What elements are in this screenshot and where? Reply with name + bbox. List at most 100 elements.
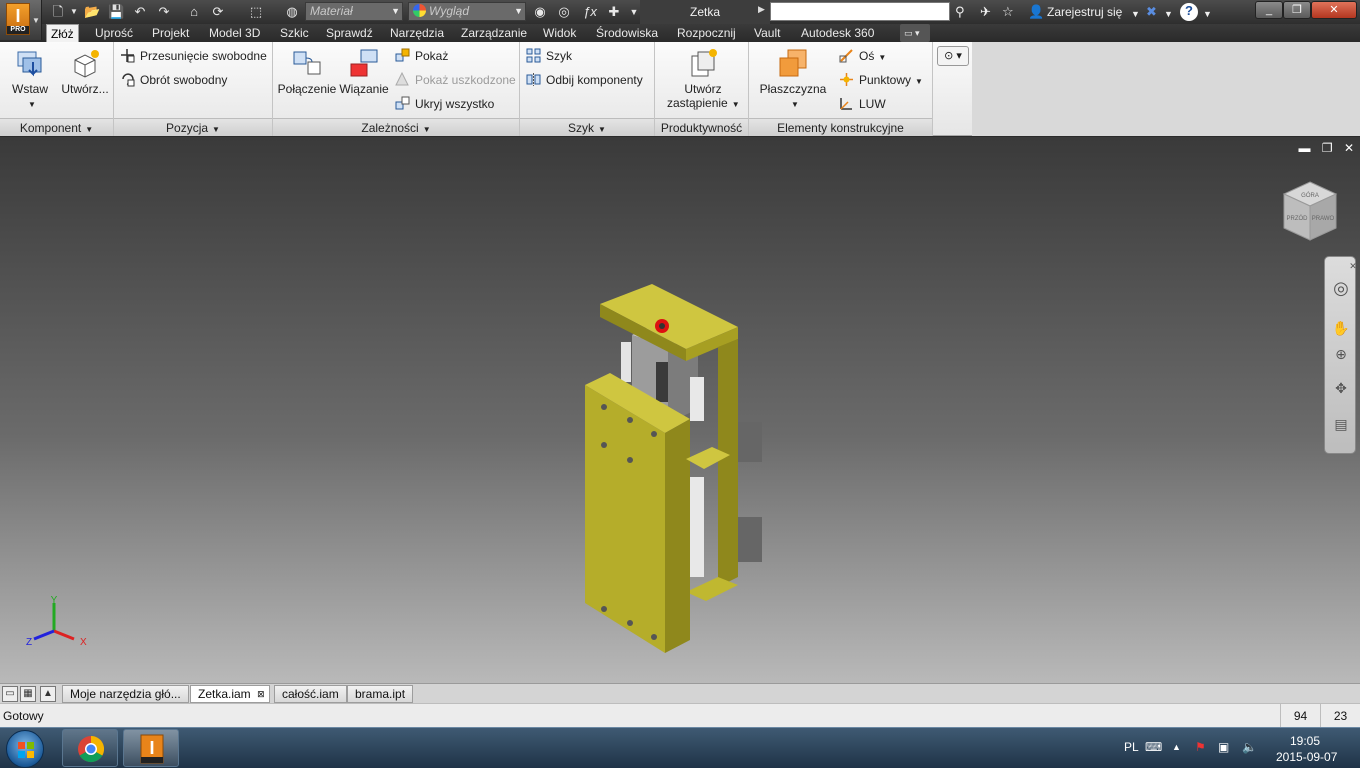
start-button[interactable] xyxy=(6,730,44,768)
tab-environments[interactable]: Środowiska xyxy=(592,24,662,42)
panel-title-relationships[interactable]: Zależności ▼ xyxy=(273,118,519,136)
network-icon[interactable]: ▣ xyxy=(1218,740,1229,754)
favorites-star-icon[interactable]: ☆ xyxy=(1002,4,1014,20)
tab-get-started[interactable]: Rozpocznij xyxy=(673,24,740,42)
axis-button[interactable]: Oś ▼ xyxy=(839,47,886,65)
panel-title-pattern[interactable]: Szyk ▼ xyxy=(520,118,654,136)
hide-all-button[interactable]: Ukryj wszystko xyxy=(395,95,494,113)
plane-button[interactable]: Płaszczyzna ▼ xyxy=(757,48,829,110)
look-at-icon[interactable]: ▤ xyxy=(1332,415,1350,433)
viewcube-top-label[interactable]: GÓRA xyxy=(1301,192,1319,199)
open-documents-menu-icon[interactable]: ▲ xyxy=(40,686,56,702)
doc-tab-brama[interactable]: brama.ipt xyxy=(347,685,414,703)
clear-appearance-icon[interactable]: ◎ xyxy=(556,4,572,20)
free-rotate-button[interactable]: Obrót swobodny xyxy=(120,71,227,89)
ribbon-minimize-toggle[interactable]: ▭ ▾ xyxy=(900,24,930,42)
tab-view[interactable]: Widok xyxy=(539,24,580,42)
free-move-button[interactable]: Przesunięcie swobodne xyxy=(120,47,267,65)
parameters-fx-icon[interactable]: ƒx xyxy=(582,4,598,20)
home-icon[interactable]: ⌂ xyxy=(186,4,202,20)
doc-tab-zetka[interactable]: Zetka.iam ⊠ xyxy=(190,685,270,703)
help-search-input[interactable] xyxy=(770,2,950,21)
clock-time[interactable]: 19:05 xyxy=(1290,734,1320,748)
tab-tools[interactable]: Narzędzia xyxy=(386,24,448,42)
graphics-window[interactable]: ▬ ❐ ✕ GÓRA PRZÓD PRAWO ◎ ✋ ⊕ ✥ ▤ ✕ Y X Z xyxy=(0,137,1360,683)
cascade-windows-icon[interactable]: ▦ xyxy=(20,686,36,702)
minimize-button[interactable]: _ xyxy=(1255,1,1283,19)
close-tab-icon[interactable]: ⊠ xyxy=(257,686,265,703)
viewcube-front-label[interactable]: PRZÓD xyxy=(1287,215,1309,222)
language-indicator[interactable]: PL xyxy=(1124,740,1139,754)
save-icon[interactable]: 💾 xyxy=(108,4,124,20)
tab-manage[interactable]: Zarządzanie xyxy=(457,24,531,42)
sign-in-link[interactable]: Zarejestruj się xyxy=(1047,5,1122,19)
panel-expand-dropdown[interactable]: ⊙ ▾ xyxy=(937,46,969,66)
assembly-model[interactable] xyxy=(0,137,1360,683)
chevron-down-icon[interactable]: ▼ xyxy=(1131,6,1140,22)
panel-title-component[interactable]: Komponent ▼ xyxy=(0,118,113,136)
measure-icon[interactable]: ✚ xyxy=(606,4,622,20)
select-icon[interactable]: ⬚ xyxy=(248,4,264,20)
open-folder-icon[interactable]: 📂 xyxy=(84,4,100,20)
create-component-button[interactable]: Utwórz... xyxy=(58,48,112,96)
chevron-down-icon[interactable]: ▼ xyxy=(1164,6,1173,22)
point-button[interactable]: Punktowy ▼ xyxy=(839,71,923,89)
material-dropdown[interactable]: Materiał ▼ xyxy=(305,2,403,21)
doc-tab-my-home[interactable]: Moje narzędzia głó... xyxy=(62,685,189,703)
panel-title-work-features[interactable]: Elementy konstrukcyjne xyxy=(749,118,932,136)
joint-button[interactable]: Połączenie xyxy=(277,48,337,96)
insert-button[interactable]: Wstaw ▼ xyxy=(6,48,54,110)
create-substitute-button[interactable]: Utwórz zastąpienie ▼ xyxy=(667,48,740,110)
tile-windows-icon[interactable]: ▭ xyxy=(2,686,18,702)
volume-icon[interactable]: 🔈 xyxy=(1242,740,1257,754)
chevron-down-icon[interactable]: ▼ xyxy=(1203,6,1212,22)
viewcube[interactable]: GÓRA PRZÓD PRAWO xyxy=(1282,180,1338,242)
orbit-icon[interactable]: ✥ xyxy=(1332,379,1350,397)
tab-vault[interactable]: Vault xyxy=(750,24,784,42)
tab-sketch[interactable]: Szkic xyxy=(276,24,313,42)
material-icon[interactable]: ◍ xyxy=(284,4,300,20)
show-hidden-icons-icon[interactable]: ▲ xyxy=(1172,742,1181,752)
tab-autodesk-360[interactable]: Autodesk 360 xyxy=(797,24,878,42)
tab-design[interactable]: Projekt xyxy=(148,24,193,42)
pan-hand-icon[interactable]: ✋ xyxy=(1332,319,1350,337)
new-file-icon[interactable]: 🗋 xyxy=(50,4,66,20)
user-icon[interactable]: 👤 xyxy=(1028,4,1044,20)
appearance-dropdown[interactable]: Wygląd ▼ xyxy=(408,2,526,21)
maximize-button[interactable]: ❐ xyxy=(1283,1,1311,19)
zoom-icon[interactable]: ⊕ xyxy=(1332,345,1350,363)
update-icon[interactable]: ⟳ xyxy=(210,4,226,20)
tab-inspect[interactable]: Sprawdź xyxy=(322,24,377,42)
show-sick-button[interactable]: Pokaż uszkodzone xyxy=(395,71,516,89)
application-menu-button[interactable]: I PRO ▼ xyxy=(0,0,42,40)
undo-icon[interactable]: ↶ xyxy=(132,4,148,20)
panel-title-productivity[interactable]: Produktywność xyxy=(655,118,748,136)
adjust-appearance-icon[interactable]: ◉ xyxy=(532,4,548,20)
tab-assemble[interactable]: Złóż xyxy=(46,24,79,42)
tab-simplify[interactable]: Uprość xyxy=(91,24,137,42)
mirror-components-button[interactable]: Odbij komponenty xyxy=(526,71,643,89)
viewcube-right-label[interactable]: PRAWO xyxy=(1312,216,1335,222)
ucs-button[interactable]: LUW xyxy=(839,95,886,113)
keyboard-icon[interactable]: ⌨ xyxy=(1145,740,1162,754)
taskbar-inventor[interactable]: I xyxy=(123,729,179,767)
redo-icon[interactable]: ↷ xyxy=(156,4,172,20)
navbar-close-icon[interactable]: ✕ xyxy=(1349,257,1357,275)
binoculars-icon[interactable]: ⚲ xyxy=(955,4,965,20)
show-button[interactable]: Pokaż xyxy=(395,47,448,65)
tab-3d-model[interactable]: Model 3D xyxy=(205,24,264,42)
chevron-down-icon[interactable]: ▼ xyxy=(66,4,82,20)
pattern-button[interactable]: Szyk xyxy=(526,47,572,65)
steering-wheel-icon[interactable]: ◎ xyxy=(1332,279,1350,297)
exchange-apps-icon[interactable]: ✖ xyxy=(1146,4,1157,20)
taskbar-chrome[interactable] xyxy=(62,729,118,767)
help-button[interactable]: ? xyxy=(1180,3,1198,21)
communication-icon[interactable]: ✈ xyxy=(980,4,991,20)
constrain-button[interactable]: Wiązanie xyxy=(337,48,391,96)
panel-title-position[interactable]: Pozycja ▼ xyxy=(114,118,272,136)
clock-date[interactable]: 2015-09-07 xyxy=(1276,750,1337,764)
doc-tab-calosc[interactable]: całość.iam xyxy=(274,685,347,703)
close-button[interactable]: ✕ xyxy=(1311,1,1357,19)
expand-search-icon[interactable]: ▶ xyxy=(758,4,765,15)
action-center-flag-icon[interactable]: ⚑ xyxy=(1195,740,1206,754)
